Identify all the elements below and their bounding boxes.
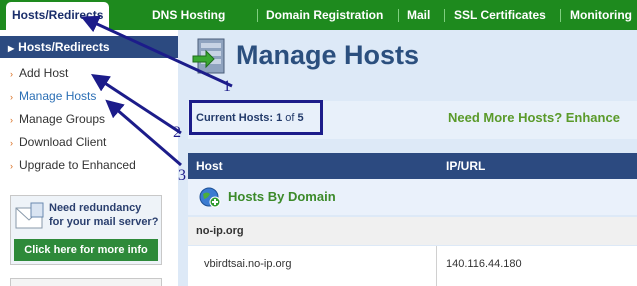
nav-separator — [444, 9, 445, 22]
sidebar-item-label: Download Client — [19, 135, 107, 149]
tab-dns-hosting[interactable]: DNS Hosting — [152, 0, 225, 30]
bullet-arrow-icon: › — [10, 115, 13, 125]
annotation-highlight-box — [189, 100, 323, 135]
sidebar-item-label: Upgrade to Enhanced — [19, 158, 136, 172]
bullet-arrow-icon: › — [10, 138, 13, 148]
domain-row: no-ip.org — [188, 217, 637, 245]
column-header-host[interactable]: Host — [196, 159, 223, 173]
nav-separator — [398, 9, 399, 22]
sidebar-item-label: Manage Groups — [19, 112, 106, 126]
sidebar-item-upgrade-to-enhanced[interactable]: › Upgrade to Enhanced — [10, 158, 136, 172]
nav-separator — [560, 9, 561, 22]
promo-box: Need redundancy for your mail server? Cl… — [10, 195, 162, 265]
sidebar-header-label: Hosts/Redirects — [18, 40, 110, 54]
column-divider — [436, 246, 437, 286]
annotation-label-2: 2 — [173, 124, 181, 141]
triangle-right-icon: ▶ — [8, 44, 15, 53]
promo-box-secondary — [10, 278, 162, 286]
tab-mail[interactable]: Mail — [407, 0, 430, 30]
sidebar-item-label: Add Host — [19, 66, 69, 80]
domain-label: no-ip.org — [196, 225, 244, 237]
server-icon — [192, 38, 225, 74]
mail-envelope-icon — [15, 202, 44, 229]
sidebar-item-manage-groups[interactable]: › Manage Groups — [10, 112, 105, 126]
sidebar-item-label: Manage Hosts — [19, 89, 97, 103]
nav-separator — [257, 9, 258, 22]
tab-domain-registration[interactable]: Domain Registration — [266, 0, 383, 30]
host-name-link[interactable]: vbirdtsai.no-ip.org — [204, 258, 291, 270]
sidebar-header[interactable]: ▶ Hosts/Redirects — [0, 36, 178, 58]
column-header-ip-url[interactable]: IP/URL — [446, 159, 485, 173]
main-content: Manage Hosts Current Hosts: 1 of 5 Need … — [178, 30, 637, 286]
sidebar-item-add-host[interactable]: › Add Host — [10, 66, 68, 80]
bullet-arrow-icon: › — [10, 161, 13, 171]
bullet-arrow-icon: › — [10, 92, 13, 102]
promo-text: Need redundancy for your mail server? — [49, 202, 159, 228]
host-group-label: Hosts By Domain — [228, 189, 336, 204]
sidebar-item-download-client[interactable]: › Download Client — [10, 135, 106, 149]
sidebar-item-manage-hosts[interactable]: › Manage Hosts — [10, 89, 96, 103]
host-ip-value: 140.116.44.180 — [446, 258, 522, 270]
table-row[interactable]: vbirdtsai.no-ip.org 140.116.44.180 — [188, 246, 637, 286]
annotation-label-1: 1 — [223, 78, 231, 95]
host-group-row[interactable]: Hosts By Domain — [188, 179, 637, 215]
need-more-hosts-link[interactable]: Need More Hosts? Enhance — [448, 110, 620, 125]
bullet-arrow-icon: › — [10, 69, 13, 79]
sidebar: ▶ Hosts/Redirects › Add Host › Manage Hosts… — [0, 30, 178, 286]
more-info-button[interactable]: Click here for more info — [14, 239, 158, 261]
tab-monitoring[interactable]: Monitoring — [570, 0, 632, 30]
annotation-label-3: 3 — [178, 167, 186, 184]
page-title: Manage Hosts — [236, 40, 420, 70]
hosts-table-header: Host IP/URL — [188, 153, 637, 179]
tab-ssl-certificates[interactable]: SSL Certificates — [454, 0, 546, 30]
globe-add-icon — [199, 187, 221, 208]
tab-hosts-redirects[interactable]: Hosts/Redirects — [6, 2, 110, 30]
top-navigation: Hosts/Redirects DNS Hosting Domain Regis… — [0, 0, 637, 30]
